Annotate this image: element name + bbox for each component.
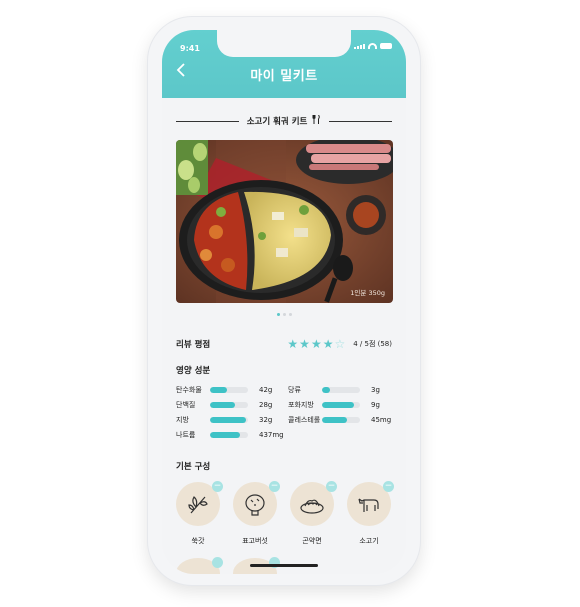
nutrition-bar-fill bbox=[210, 387, 228, 393]
ingredient-item[interactable]: − 표고버섯 bbox=[233, 481, 281, 546]
nutrition-item: 나트륨 437mg bbox=[176, 430, 284, 440]
cow-icon bbox=[358, 498, 379, 512]
nutrition-bar-fill bbox=[210, 402, 235, 408]
app-header: 9:41 마이 밀키트 bbox=[162, 30, 406, 98]
nutrition-name: 콜레스테롤 bbox=[288, 416, 321, 424]
herb-icon bbox=[188, 496, 208, 514]
nutrition-item: 콜레스테롤 45mg bbox=[288, 415, 391, 425]
kit-title: 소고기 훠궈 키트 bbox=[246, 117, 308, 127]
nutrition-value: 3g bbox=[371, 386, 380, 394]
app-screen: 9:41 마이 밀키트 소고기 훠궈 키트 1인분 350g 리뷰 평점 ★ ★… bbox=[162, 30, 406, 574]
status-icons bbox=[354, 43, 392, 49]
ingredient-name: 곤약면 bbox=[302, 537, 322, 545]
nutrition-title: 영양 성분 bbox=[176, 366, 211, 376]
nutrition-value: 45mg bbox=[371, 416, 392, 424]
nutrition-bar-fill bbox=[210, 432, 241, 438]
nutrition-item: 지방 32g bbox=[176, 415, 272, 425]
review-score: 4 / 5점 (58) bbox=[353, 340, 392, 348]
nutrition-value: 32g bbox=[259, 416, 273, 424]
carousel-dot[interactable] bbox=[282, 313, 286, 316]
ingredient-item[interactable]: − 소고기 bbox=[347, 481, 395, 546]
carousel-dot[interactable] bbox=[288, 313, 292, 316]
ingredient-name: 쑥갓 bbox=[191, 537, 205, 545]
nutrition-name: 당류 bbox=[288, 386, 301, 394]
page-title: 마이 밀키트 bbox=[250, 69, 318, 84]
review-row: 리뷰 평점 ★ ★ ★ ★ ☆ 4 / 5점 (58) bbox=[176, 337, 392, 351]
remove-icon[interactable]: − bbox=[383, 481, 394, 492]
nutrition-item: 포화지방 9g bbox=[288, 400, 380, 410]
star-filled-icon: ★ bbox=[299, 337, 310, 351]
nutrition-bar-fill bbox=[322, 387, 330, 393]
nutrition-name: 단백질 bbox=[176, 401, 196, 409]
noodle-icon bbox=[300, 499, 324, 514]
wifi-icon bbox=[368, 43, 377, 49]
status-time: 9:41 bbox=[180, 44, 200, 53]
nutrition-item: 단백질 28g bbox=[176, 400, 272, 410]
battery-icon bbox=[380, 43, 392, 49]
nutrition-value: 9g bbox=[371, 401, 380, 409]
carousel-dot-active[interactable] bbox=[276, 313, 280, 316]
home-indicator[interactable] bbox=[250, 564, 318, 567]
nutrition-value: 42g bbox=[259, 386, 273, 394]
ingredient-circle[interactable]: − bbox=[176, 481, 223, 526]
nutrition-bar bbox=[322, 402, 360, 408]
kit-title-wrap: 소고기 훠궈 키트 bbox=[246, 114, 322, 127]
nutrition-item: 당류 3g bbox=[288, 385, 380, 395]
nutrition-item: 탄수화물 42g bbox=[176, 385, 272, 395]
nutrition-bar bbox=[210, 402, 248, 408]
nutrition-bar bbox=[322, 417, 360, 423]
remove-icon[interactable]: − bbox=[269, 481, 280, 492]
notch bbox=[217, 30, 351, 57]
star-empty-icon: ☆ bbox=[334, 337, 346, 351]
ingredient-circle[interactable]: − bbox=[290, 481, 337, 526]
remove-icon[interactable]: − bbox=[212, 481, 223, 492]
nutrition-bar-fill bbox=[210, 417, 247, 423]
remove-icon[interactable]: − bbox=[326, 481, 337, 492]
ingredient-circle[interactable] bbox=[176, 557, 223, 574]
carousel-dots[interactable] bbox=[162, 313, 406, 316]
ingredient-circle[interactable]: − bbox=[347, 481, 394, 526]
nutrition-name: 탄수화물 bbox=[176, 386, 202, 394]
divider bbox=[176, 120, 239, 122]
nutrition-name: 나트륨 bbox=[176, 431, 196, 439]
signal-icon bbox=[354, 43, 365, 49]
nutrition-bar-fill bbox=[322, 402, 355, 408]
nutrition-value: 437mg bbox=[259, 431, 284, 439]
star-filled-icon: ★ bbox=[287, 337, 299, 351]
servings-label: 1인분 350g bbox=[350, 289, 385, 297]
nutrition-bar bbox=[210, 432, 248, 438]
nutrition-name: 지방 bbox=[176, 416, 189, 424]
nutrition-bar bbox=[210, 417, 248, 423]
star-filled-icon: ★ bbox=[310, 337, 322, 351]
ingredient-item[interactable]: − 쑥갓 bbox=[176, 481, 224, 546]
nutrition-name: 포화지방 bbox=[288, 401, 314, 409]
divider bbox=[329, 120, 393, 122]
components-title: 기본 구성 bbox=[176, 462, 211, 472]
star-rating[interactable]: ★ ★ ★ ★ ☆ bbox=[287, 338, 345, 350]
nutrition-bar bbox=[322, 387, 360, 393]
ingredient-name: 표고버섯 bbox=[242, 537, 268, 545]
ingredient-circle[interactable]: − bbox=[233, 481, 280, 526]
nutrition-bar-fill bbox=[322, 417, 347, 423]
ingredient-item[interactable]: − 곤약면 bbox=[290, 481, 338, 546]
nutrition-value: 28g bbox=[259, 401, 273, 409]
ingredient-name: 소고기 bbox=[359, 537, 379, 545]
fork-knife-icon bbox=[312, 114, 321, 127]
review-label: 리뷰 평점 bbox=[176, 340, 211, 350]
mushroom-icon bbox=[245, 494, 265, 516]
food-image[interactable]: 1인분 350g bbox=[176, 140, 393, 303]
kit-title-row: 소고기 훠궈 키트 bbox=[176, 114, 393, 128]
star-filled-icon: ★ bbox=[322, 337, 334, 351]
remove-icon[interactable] bbox=[212, 557, 223, 568]
nutrition-bar bbox=[210, 387, 248, 393]
